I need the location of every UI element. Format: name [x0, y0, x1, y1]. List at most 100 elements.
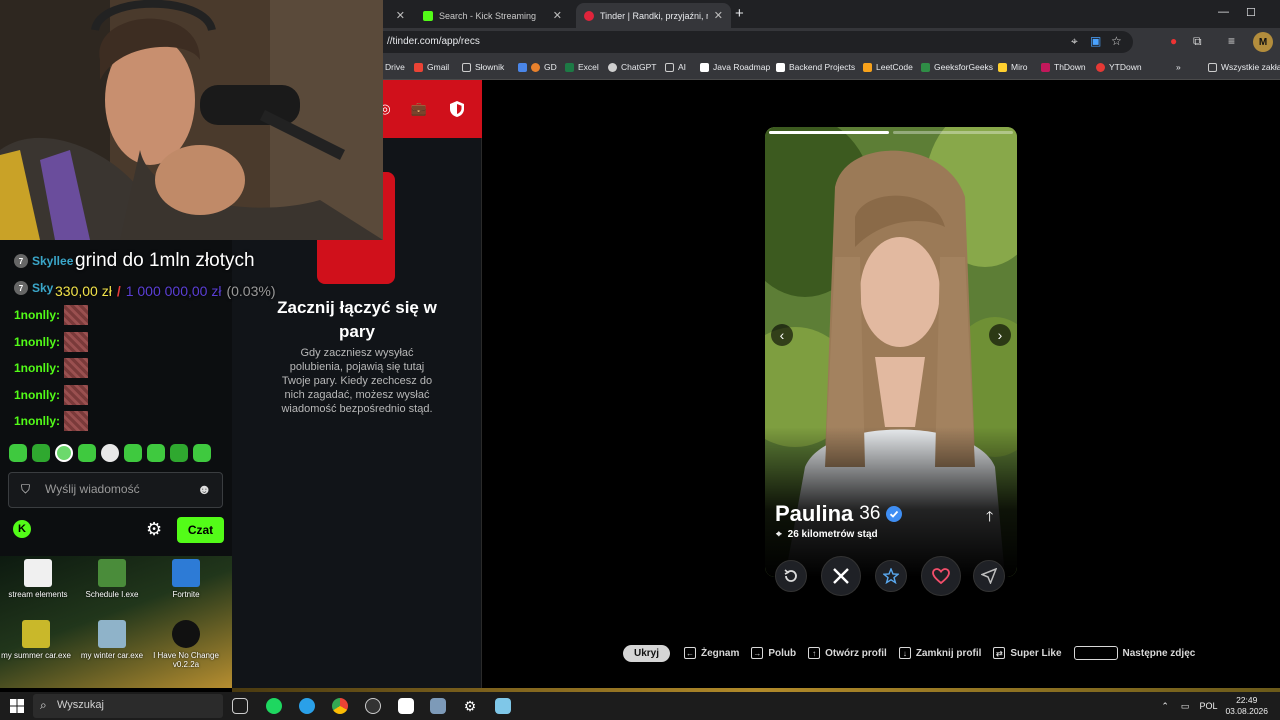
bookmark-item[interactable]: ChatGPT	[608, 62, 656, 72]
recs-area: ‹ › Paulina 36 🡑 ⌖ 26 kilometrów stąd Uk…	[483, 80, 1280, 688]
minimize-icon[interactable]: —	[1218, 6, 1229, 18]
profile-card[interactable]: ‹ › Paulina 36 🡑 ⌖ 26 kilometrów stąd	[765, 127, 1017, 577]
close-tab-icon[interactable]: ✕	[396, 9, 405, 22]
chat-send-button[interactable]: Czat	[177, 517, 224, 543]
chat-username[interactable]: Sky	[32, 281, 53, 295]
tab-kick-search[interactable]: Search - Kick Streaming ✕	[415, 3, 570, 28]
taskbar-search[interactable]: ⌕	[33, 694, 223, 718]
chat-username[interactable]: 1nonlly:	[14, 414, 60, 428]
bookmark-item[interactable]: Miro	[998, 62, 1028, 72]
chat-username[interactable]: 1nonlly:	[14, 335, 60, 349]
bookmark-item[interactable]: YTDown	[1096, 62, 1142, 72]
emote-icon[interactable]	[124, 444, 142, 462]
sidebar-icon[interactable]: ≡	[1228, 34, 1235, 48]
close-tab-icon[interactable]: ✕	[553, 9, 562, 22]
bookmark-item[interactable]: Słownik	[462, 62, 504, 72]
clock[interactable]: 22:49 03.08.2026	[1225, 695, 1268, 717]
chat-username[interactable]: Skyllee	[32, 254, 73, 268]
next-photo-button[interactable]: ›	[989, 324, 1011, 346]
edge-icon[interactable]	[299, 698, 315, 714]
bookmark-item[interactable]: Backend Projects	[776, 62, 855, 72]
desktop-icon-schedule[interactable]: Schedule I.exe	[74, 559, 150, 599]
rewind-button[interactable]	[775, 560, 807, 592]
app-icon[interactable]	[398, 698, 414, 714]
gear-icon[interactable]: ⚙	[462, 698, 478, 714]
bookmark-item[interactable]: Wszystkie zakła	[1208, 62, 1280, 72]
gd-icon	[531, 62, 540, 72]
translate-icon[interactable]: ▣	[1090, 34, 1101, 48]
emote-icon[interactable]	[9, 444, 27, 462]
emoji-icon[interactable]: ☻	[197, 481, 212, 497]
maximize-icon[interactable]: ☐	[1246, 6, 1256, 19]
open-profile-arrow-icon[interactable]: 🡑	[986, 506, 993, 530]
fortnite-icon	[172, 559, 200, 587]
gear-icon[interactable]: ⚙	[146, 519, 162, 540]
bookmark-item[interactable]: Drive	[385, 62, 405, 72]
bookmark-item[interactable]: Gmail	[414, 62, 449, 72]
profile-avatar[interactable]: M	[1253, 32, 1273, 52]
desktop-icon-fortnite[interactable]: Fortnite	[148, 559, 224, 599]
url-text[interactable]: //tinder.com/app/recs	[387, 36, 480, 47]
boost-button[interactable]	[973, 560, 1005, 592]
shield-icon[interactable]	[448, 100, 466, 118]
chat-username[interactable]: 1nonlly:	[14, 308, 60, 322]
file-explorer-icon[interactable]	[430, 698, 446, 714]
tab-tinder[interactable]: Tinder | Randki, przyjaźni, nowe ✕	[576, 3, 731, 28]
new-tab-button[interactable]: +	[735, 5, 744, 22]
bookmark-item[interactable]: GD	[518, 62, 557, 72]
desktop-icon-my-summer-car[interactable]: my summer car.exe	[0, 620, 74, 660]
bookmark-item[interactable]: ThDown	[1041, 62, 1086, 72]
emote-icon[interactable]	[32, 444, 50, 462]
network-icon[interactable]: ▭	[1181, 701, 1190, 712]
bookmark-item[interactable]: Java Roadmap	[700, 62, 770, 72]
emote-icon[interactable]	[147, 444, 165, 462]
bookmark-star-icon[interactable]: ☆	[1111, 34, 1122, 48]
obs-icon[interactable]	[365, 698, 381, 714]
ytdown-icon	[1096, 62, 1105, 72]
chat-message-input[interactable]	[45, 482, 195, 496]
emote-icon[interactable]	[170, 444, 188, 462]
emote-icon[interactable]	[55, 444, 73, 462]
bookmark-item[interactable]: AI	[665, 62, 686, 72]
hide-hints-button[interactable]: Ukryj	[623, 644, 671, 662]
tab-partial[interactable]: ✕	[383, 3, 413, 28]
extension-record-icon[interactable]: ●	[1170, 34, 1177, 48]
desktop-icon-i-have-no-change[interactable]: I Have No Change v0.2.2a	[148, 620, 224, 669]
location-icon[interactable]: ⌖	[1071, 34, 1078, 49]
emote-icon[interactable]	[193, 444, 211, 462]
briefcase-icon[interactable]: 💼	[410, 100, 428, 118]
omnibox[interactable]: //tinder.com/app/recs	[373, 31, 1133, 53]
super-like-button[interactable]	[875, 560, 907, 592]
bookmark-item[interactable]: GeeksforGeeks	[921, 62, 993, 72]
emote-icon[interactable]	[78, 444, 96, 462]
more-bookmarks-icon[interactable]: »	[1176, 62, 1181, 72]
rewind-icon	[784, 569, 797, 582]
extensions-icon[interactable]: ⧉	[1193, 34, 1202, 49]
desktop-icon-my-winter-car[interactable]: my winter car.exe	[74, 620, 150, 660]
chat-input-box[interactable]: ⛉ ☻	[8, 472, 223, 508]
spotify-icon[interactable]	[266, 698, 282, 714]
taskbar-search-input[interactable]	[57, 699, 207, 711]
emote-icon[interactable]	[101, 444, 119, 462]
chrome-icon[interactable]	[332, 698, 348, 714]
chat-message: 1nonlly:	[14, 305, 89, 325]
shield-icon[interactable]: ⛉	[21, 482, 30, 497]
star-icon	[883, 568, 899, 584]
profile-name: Paulina	[775, 501, 854, 526]
language-indicator[interactable]: POL	[1199, 701, 1217, 711]
windows-start-icon[interactable]	[10, 699, 24, 713]
bookmark-item[interactable]: LeetCode	[863, 62, 913, 72]
chat-username[interactable]: 1nonlly:	[14, 388, 60, 402]
chat-username[interactable]: 1nonlly:	[14, 361, 60, 375]
previous-photo-button[interactable]: ‹	[771, 324, 793, 346]
tab-label: Search - Kick Streaming	[439, 10, 537, 21]
nope-button[interactable]	[821, 556, 861, 596]
close-tab-icon[interactable]: ✕	[714, 9, 723, 22]
chevron-up-icon[interactable]: ⌃	[1161, 701, 1169, 712]
like-button[interactable]	[921, 556, 961, 596]
task-view-icon[interactable]	[232, 698, 248, 714]
kick-logo-icon[interactable]: K	[13, 520, 31, 538]
bookmark-item[interactable]: Excel	[565, 62, 599, 72]
desktop-icon-stream-elements[interactable]: stream elements	[0, 559, 76, 599]
app-icon[interactable]	[495, 698, 511, 714]
